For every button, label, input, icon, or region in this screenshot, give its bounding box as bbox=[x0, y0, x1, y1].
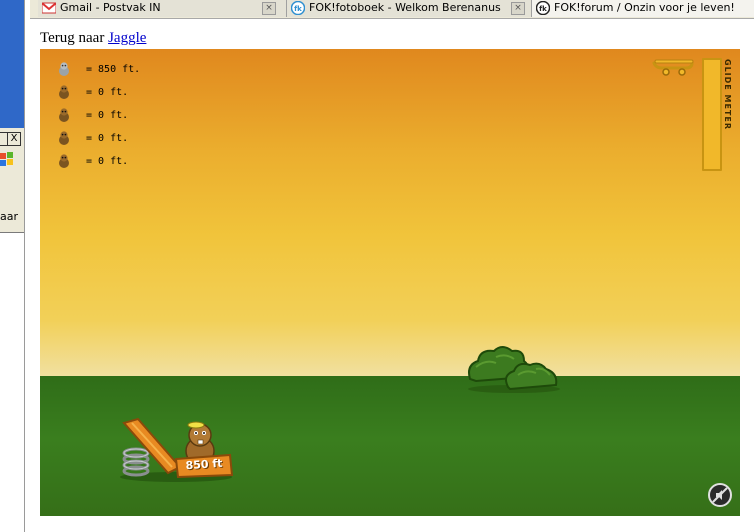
tab-fok-forum[interactable]: fk FOK!forum / Onzin voor je leven! bbox=[532, 0, 754, 17]
beaver-icon bbox=[59, 108, 69, 122]
score-text: = 0 ft. bbox=[86, 156, 129, 167]
glide-meter bbox=[702, 58, 722, 171]
windows-logo-icon bbox=[0, 152, 13, 166]
beaver-icon bbox=[59, 131, 69, 145]
background-window-label: aar bbox=[0, 210, 19, 223]
glide-meter-label: GLIDE METER bbox=[723, 59, 732, 131]
beaver-icon bbox=[59, 85, 69, 99]
background-window: X aar bbox=[0, 0, 31, 532]
skateboard-icon bbox=[652, 59, 694, 76]
jaggle-link[interactable]: Jaggle bbox=[108, 30, 146, 46]
spring-launcher bbox=[120, 417, 234, 482]
desktop-background bbox=[0, 0, 24, 128]
svg-text:fk: fk bbox=[539, 5, 547, 13]
score-text: = 850 ft. bbox=[86, 64, 141, 75]
gray-beaver-icon bbox=[59, 62, 69, 76]
browser-tab-bar: Gmail - Postvak IN × fk FOK!fotoboek - W… bbox=[30, 0, 754, 19]
game-canvas[interactable]: = 850 ft. = 0 ft. = 0 ft. = 0 ft. = 0 ft… bbox=[40, 49, 740, 516]
score-text: = 0 ft. bbox=[86, 87, 129, 98]
score-text: = 0 ft. bbox=[86, 133, 129, 144]
tab-close-button[interactable]: × bbox=[262, 2, 276, 15]
beaver-icon bbox=[59, 154, 69, 168]
tab-fok-fotoboek[interactable]: fk FOK!fotoboek - Welkom Berenanus × bbox=[287, 0, 532, 17]
close-button[interactable]: X bbox=[7, 132, 21, 146]
svg-text:fk: fk bbox=[294, 5, 302, 13]
fok-icon: fk bbox=[536, 1, 550, 15]
back-text: Terug naar bbox=[40, 30, 105, 46]
tab-label: FOK!fotoboek - Welkom Berenanus bbox=[309, 1, 501, 14]
gmail-icon bbox=[42, 2, 56, 14]
tab-label: Gmail - Postvak IN bbox=[60, 1, 161, 14]
score-text: = 0 ft. bbox=[86, 110, 129, 121]
back-line: Terug naar Jaggle bbox=[40, 30, 146, 47]
tab-close-button[interactable]: × bbox=[511, 2, 525, 15]
window-border bbox=[24, 0, 31, 532]
tab-gmail[interactable]: Gmail - Postvak IN × bbox=[38, 0, 287, 17]
fok-icon: fk bbox=[291, 1, 305, 15]
tab-label: FOK!forum / Onzin voor je leven! bbox=[554, 1, 735, 14]
mute-icon[interactable] bbox=[707, 482, 733, 508]
bush bbox=[468, 346, 560, 393]
